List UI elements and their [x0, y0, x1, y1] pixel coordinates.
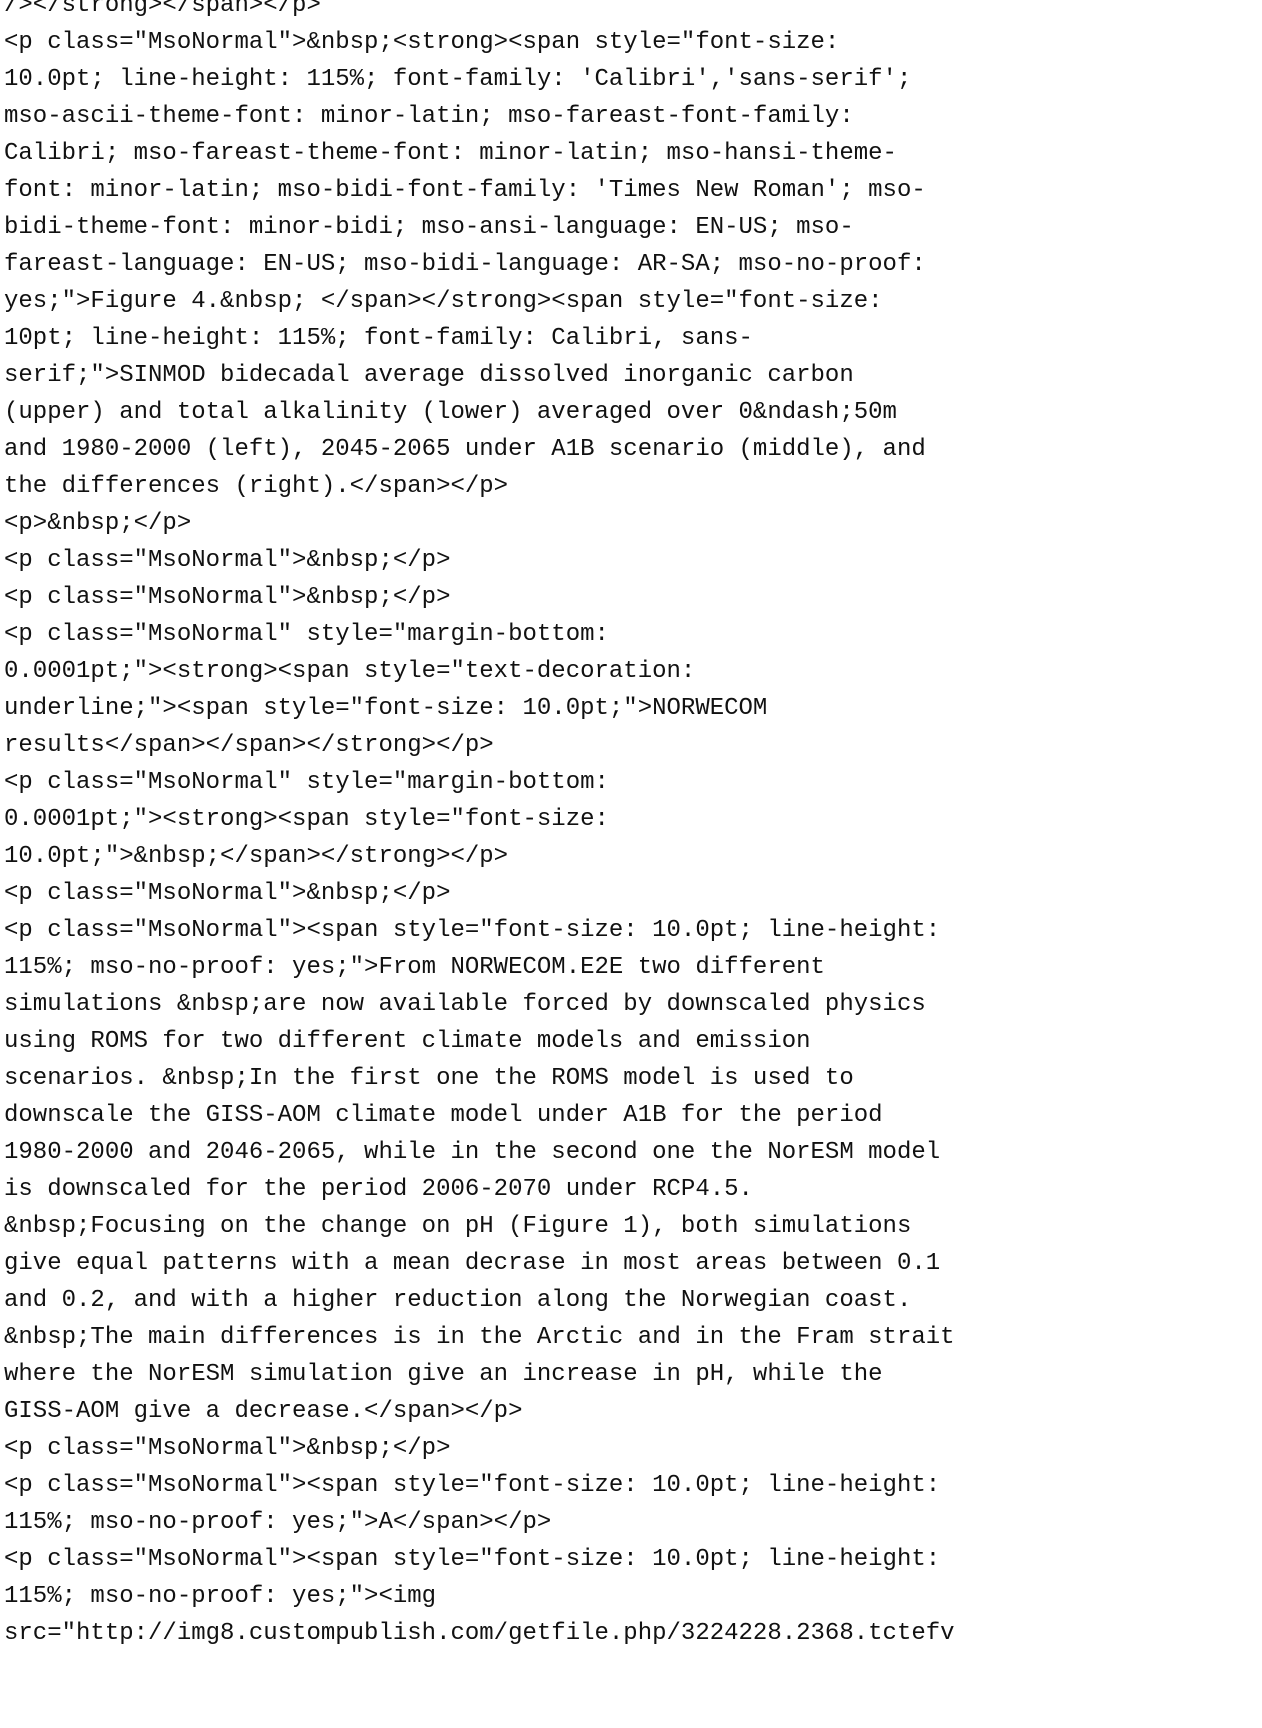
source-code-line: GISS-AOM give a decrease.</span></p> — [4, 1398, 523, 1425]
source-code-line: <p class="MsoNormal">&nbsp;</p> — [4, 1435, 451, 1462]
source-code-line: <p class="MsoNormal"><span style="font-s… — [4, 917, 941, 944]
source-code-line: is downscaled for the period 2006-2070 u… — [4, 1176, 753, 1203]
source-code-line: 10.0pt;">&nbsp;</span></strong></p> — [4, 843, 509, 870]
source-code-line: <p>&nbsp;</p> — [4, 510, 192, 537]
source-code-line: /></strong></span></p> — [4, 0, 321, 19]
source-code-line: using ROMS for two different climate mod… — [4, 1028, 811, 1055]
source-code-line: 10.0pt; line-height: 115%; font-family: … — [4, 66, 912, 93]
source-code-line: and 0.2, and with a higher reduction alo… — [4, 1287, 912, 1314]
source-code-line: 115%; mso-no-proof: yes;"><img — [4, 1583, 437, 1610]
source-code-line: src="http://img8.custompublish.com/getfi… — [4, 1620, 955, 1647]
source-code-line: <p class="MsoNormal"><span style="font-s… — [4, 1472, 941, 1499]
source-code-line: the differences (right).</span></p> — [4, 473, 509, 500]
source-code-line: results</span></span></strong></p> — [4, 732, 494, 759]
source-code-line: 0.0001pt;"><strong><span style="text-dec… — [4, 658, 696, 685]
source-code-line: give equal patterns with a mean decrase … — [4, 1250, 941, 1277]
source-code-line: mso-ascii-theme-font: minor-latin; mso-f… — [4, 103, 854, 130]
source-code-line: <p class="MsoNormal">&nbsp;</p> — [4, 584, 451, 611]
source-code-line: scenarios. &nbsp;In the first one the RO… — [4, 1065, 854, 1092]
source-code-line: &nbsp;Focusing on the change on pH (Figu… — [4, 1213, 912, 1240]
source-code-line: downscale the GISS-AOM climate model und… — [4, 1102, 883, 1129]
source-code-line: <p class="MsoNormal">&nbsp;</p> — [4, 880, 451, 907]
source-code-line: serif;">SINMOD bidecadal average dissolv… — [4, 362, 854, 389]
html-source-view: /></strong></span></p> <p class="MsoNorma… — [0, 0, 1262, 1728]
source-code-line: Calibri; mso-fareast-theme-font: minor-l… — [4, 140, 897, 167]
source-code-line: <p class="MsoNormal">&nbsp;<strong><span… — [4, 29, 840, 56]
source-code-line: <p class="MsoNormal"><span style="font-s… — [4, 1546, 941, 1573]
source-code-line: simulations &nbsp;are now available forc… — [4, 991, 926, 1018]
source-code-line: 10pt; line-height: 115%; font-family: Ca… — [4, 325, 753, 352]
source-code-line: bidi-theme-font: minor-bidi; mso-ansi-la… — [4, 214, 854, 241]
source-code-line: <p class="MsoNormal" style="margin-botto… — [4, 621, 609, 648]
source-code-line: 1980-2000 and 2046-2065, while in the se… — [4, 1139, 941, 1166]
source-code-line: <p class="MsoNormal">&nbsp;</p> — [4, 547, 451, 574]
source-code-line: yes;">Figure 4.&nbsp; </span></strong><s… — [4, 288, 883, 315]
source-code-line: (upper) and total alkalinity (lower) ave… — [4, 399, 897, 426]
source-code-line: 115%; mso-no-proof: yes;">A</span></p> — [4, 1509, 552, 1536]
source-code-line: font: minor-latin; mso-bidi-font-family:… — [4, 177, 926, 204]
source-code-line: where the NorESM simulation give an incr… — [4, 1361, 883, 1388]
source-code-line: underline;"><span style="font-size: 10.0… — [4, 695, 768, 722]
source-code-line: 0.0001pt;"><strong><span style="font-siz… — [4, 806, 609, 833]
source-code-line: fareast-language: EN-US; mso-bidi-langua… — [4, 251, 926, 278]
source-code-line: &nbsp;The main differences is in the Arc… — [4, 1324, 955, 1351]
source-code-line: 115%; mso-no-proof: yes;">From NORWECOM.… — [4, 954, 825, 981]
source-code-line: <p class="MsoNormal" style="margin-botto… — [4, 769, 609, 796]
source-code-line: and 1980-2000 (left), 2045-2065 under A1… — [4, 436, 926, 463]
